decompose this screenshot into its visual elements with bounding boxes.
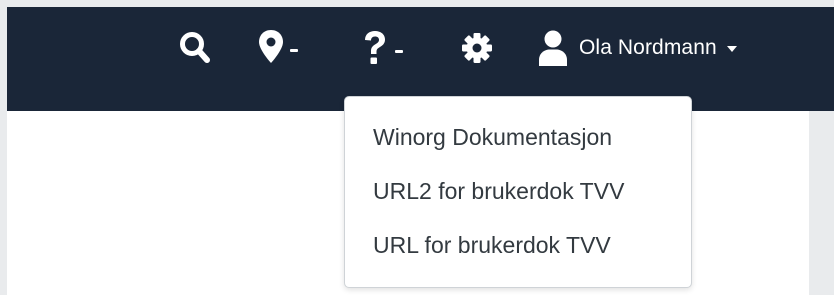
map-marker-icon bbox=[258, 29, 284, 65]
user-menu[interactable]: Ola Nordmann bbox=[537, 29, 737, 67]
user-icon bbox=[537, 29, 569, 67]
menu-item-url2-brukerdok-tvv[interactable]: URL2 for brukerdok TVV bbox=[345, 171, 691, 225]
settings-button[interactable] bbox=[461, 32, 493, 64]
search-button[interactable] bbox=[179, 31, 211, 65]
chevron-down-icon bbox=[726, 46, 737, 52]
help-dropdown-menu: Winorg Dokumentasjon URL2 for brukerdok … bbox=[344, 96, 692, 288]
dropdown-dash-icon bbox=[290, 48, 298, 52]
location-dropdown[interactable] bbox=[258, 29, 298, 65]
dropdown-dash-icon bbox=[395, 49, 403, 53]
gear-icon bbox=[461, 32, 493, 64]
search-icon bbox=[179, 31, 211, 65]
user-name: Ola Nordmann bbox=[579, 36, 717, 59]
menu-item-url-brukerdok-tvv[interactable]: URL for brukerdok TVV bbox=[345, 225, 691, 279]
help-dropdown[interactable] bbox=[361, 29, 403, 67]
menu-item-winorg-dokumentasjon[interactable]: Winorg Dokumentasjon bbox=[345, 117, 691, 171]
question-icon bbox=[361, 29, 389, 67]
